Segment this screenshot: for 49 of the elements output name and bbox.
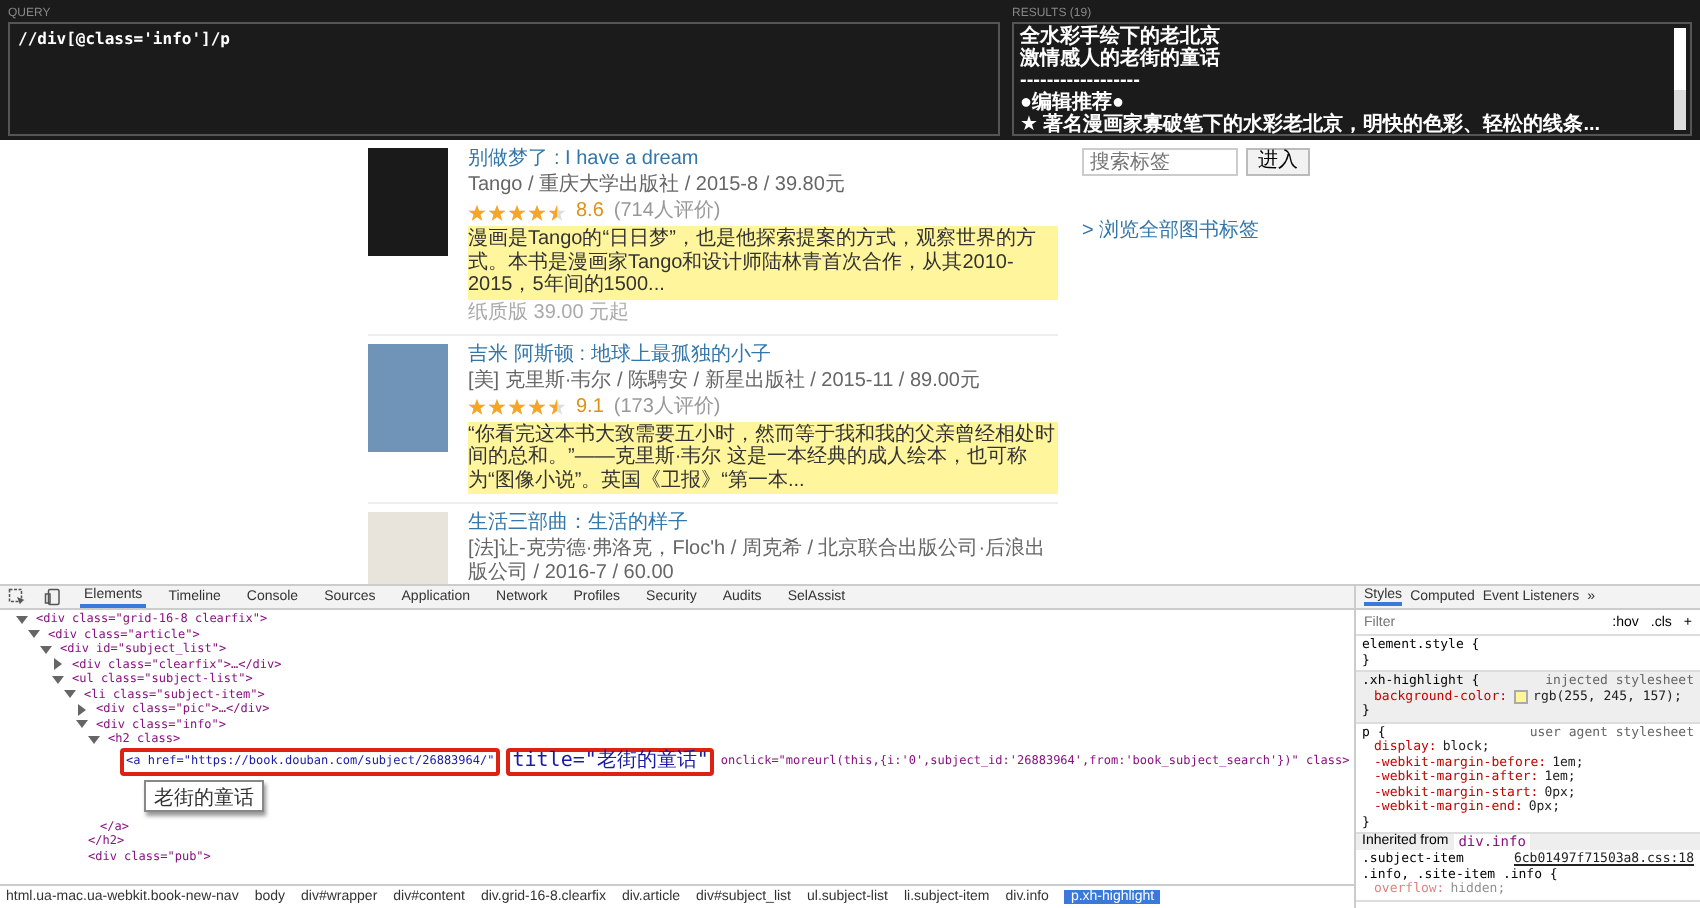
annotation-note: 老街的童话 (144, 779, 264, 811)
result-line: 全水彩手绘下的老北京 (1020, 26, 1222, 48)
star-icon (488, 398, 506, 416)
device-icon[interactable] (44, 588, 62, 606)
star-icon (468, 203, 486, 221)
book-description: 漫画是Tango的“日日梦”，也是他探索提案的方式，观察世界的方式。本书是漫画家Tango和设计师陆林青首次合作，从其2010-2015，5年间的1500... (468, 226, 1058, 299)
book-publisher-text: [美] 克里斯·韦尔 / 陈騁安 / 新星出版社 / 2015-11 / 89.00元 (468, 369, 982, 393)
browse-tags-link[interactable]: > 浏览全部图书标签 (1082, 216, 1310, 244)
expand-toggle-icon[interactable] (40, 645, 52, 654)
expand-toggle-icon[interactable] (88, 735, 100, 744)
expand-toggle-icon[interactable] (64, 690, 76, 699)
book-title-link[interactable]: 别做梦了 (468, 148, 548, 172)
scrollbar[interactable] (1674, 28, 1686, 130)
star-icon (508, 203, 526, 221)
inspect-icon[interactable] (8, 588, 26, 606)
book-subtitle: : I have a dream (554, 148, 699, 172)
star-icon (468, 398, 486, 416)
highlighted-attribute: title="老街的童话" (506, 747, 715, 775)
book-publisher-text: Tango / 重庆大学出版社 / 2015-8 / 39.80元 (468, 174, 847, 198)
vote-count: (714人评价) (613, 200, 721, 224)
book-title-link[interactable]: 生活三部曲：生活的样子 (468, 512, 688, 536)
rating-score: 8.6 (576, 200, 604, 224)
expand-toggle-icon[interactable] (78, 703, 86, 716)
result-line: 激情感人的老街的童话 (1020, 48, 1222, 70)
expand-toggle-icon[interactable] (52, 675, 64, 684)
query-field[interactable]: //div[@class='info']/p (8, 22, 1000, 136)
star-icon (548, 203, 566, 221)
tag-search-field[interactable]: 搜索标签 (1082, 148, 1238, 176)
result-line: ★ 著名漫画家寡破笔下的水彩老北京，明快的色彩、轻松的线条... (1020, 114, 1603, 134)
star-icon (548, 398, 566, 416)
expand-toggle-icon[interactable] (54, 658, 62, 671)
enter-button[interactable]: 进入 (1246, 148, 1310, 176)
star-icon (508, 398, 526, 416)
expand-toggle-icon[interactable] (28, 630, 40, 639)
star-icon (528, 398, 546, 416)
book-subtitle: : 地球上最孤独的小子 (579, 343, 771, 367)
vote-count: (173人评价) (613, 395, 721, 419)
result-line: ●编辑推荐● (1020, 92, 1125, 114)
color-swatch[interactable] (1513, 689, 1528, 704)
expand-toggle-icon[interactable] (76, 720, 88, 729)
expand-toggle-icon[interactable] (16, 615, 28, 624)
book-description: “你看完这本书大致需要五小时，然而等于我和我的父亲曾经相处时间的总和。”——克里斯·韦尔 这是一本经典的成人绘本，也可称为“图像小说”。英国《卫报》“第一本... (468, 421, 1058, 494)
book-title-link[interactable]: 吉米 阿斯顿 (468, 343, 574, 367)
star-icon (488, 203, 506, 221)
book-publisher-text: [法]让-克劳德·弗洛克，Floc'h / 周克希 / 北京联合出版公司·后浪出版公司 / 2016-7 / 60.00 (468, 538, 1048, 584)
rating-score: 9.1 (576, 395, 604, 419)
star-icon (528, 203, 546, 221)
result-line: ------------------ (1020, 70, 1142, 92)
price-text: 纸质版 39.00 元起 (468, 301, 632, 325)
